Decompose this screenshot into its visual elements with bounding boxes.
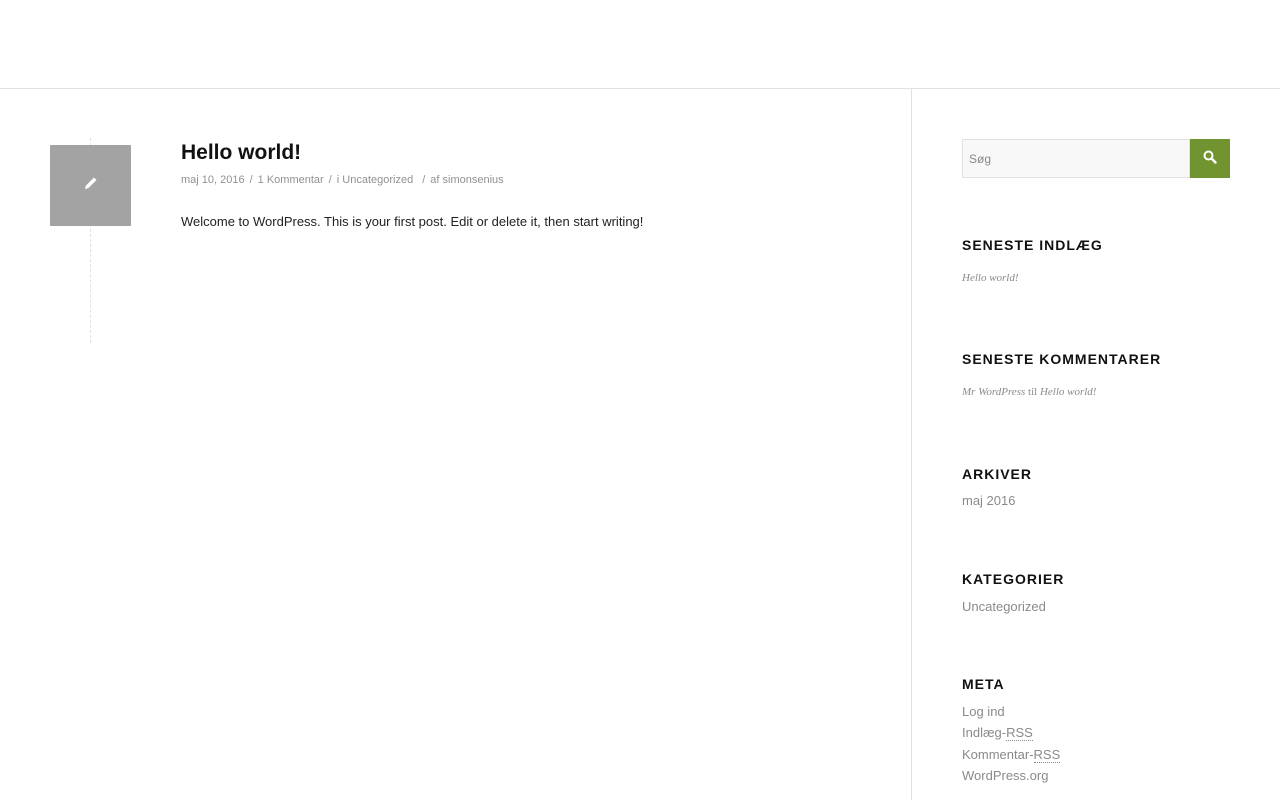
post-category-link[interactable]: Uncategorized [342, 174, 413, 186]
post-excerpt: Welcome to WordPress. This is your first… [181, 214, 644, 229]
meta-separator: / [328, 174, 332, 186]
recent-comment-item: Mr WordPress til Hello world! [962, 385, 1096, 399]
search-button[interactable] [1190, 139, 1230, 178]
meta-separator: / [422, 174, 426, 186]
login-link[interactable]: Log ind [962, 704, 1005, 720]
meta-separator: / [249, 174, 253, 186]
wordpress-org-link[interactable]: WordPress.org [962, 768, 1048, 784]
pencil-icon [82, 174, 100, 197]
entries-rss-prefix: Indlæg- [962, 725, 1007, 740]
archives-title: ARKIVER [962, 466, 1033, 482]
recent-post-item: Hello world! [962, 271, 1019, 285]
sidebar: SENESTE INDLÆG Hello world! SENESTE KOMM… [912, 89, 1280, 800]
comment-post-link[interactable]: Hello world! [1040, 386, 1097, 398]
comments-rss-prefix: Kommentar- [962, 747, 1034, 762]
rss-abbr: RSS [1006, 725, 1033, 741]
post-meta: maj 10, 2016/1 Kommentar / i Uncategorized… [181, 174, 504, 186]
post-comments-link[interactable]: 1 Kommentar [258, 174, 324, 186]
recent-comments-title: SENESTE KOMMENTARER [962, 351, 1162, 367]
search-input[interactable] [962, 139, 1190, 178]
category-link[interactable]: Uncategorized [962, 599, 1046, 615]
rss-abbr: RSS [1033, 747, 1061, 763]
recent-post-link[interactable]: Hello world! [962, 272, 1019, 284]
comment-author-link[interactable]: Mr WordPress [962, 386, 1025, 398]
categories-title: KATEGORIER [962, 571, 1065, 587]
comments-rss-link[interactable]: Kommentar-RSS [962, 747, 1061, 763]
meta-title: META [962, 676, 1005, 692]
post-author-prefix: af [430, 174, 443, 186]
search-form [962, 139, 1230, 178]
site-header [0, 0, 1280, 89]
archive-link[interactable]: maj 2016 [962, 493, 1015, 509]
post-author-link[interactable]: simonsenius [443, 174, 504, 186]
main-content: Hello world! maj 10, 2016/1 Kommentar / i … [0, 89, 912, 800]
post-title[interactable]: Hello world! [181, 140, 301, 166]
comment-connector: til [1028, 386, 1038, 398]
entries-rss-link[interactable]: Indlæg-RSS [962, 725, 1033, 741]
search-icon [1203, 150, 1217, 167]
post-format-badge[interactable] [50, 145, 131, 226]
recent-posts-title: SENESTE INDLÆG [962, 237, 1103, 253]
post-date: maj 10, 2016 [181, 174, 245, 186]
